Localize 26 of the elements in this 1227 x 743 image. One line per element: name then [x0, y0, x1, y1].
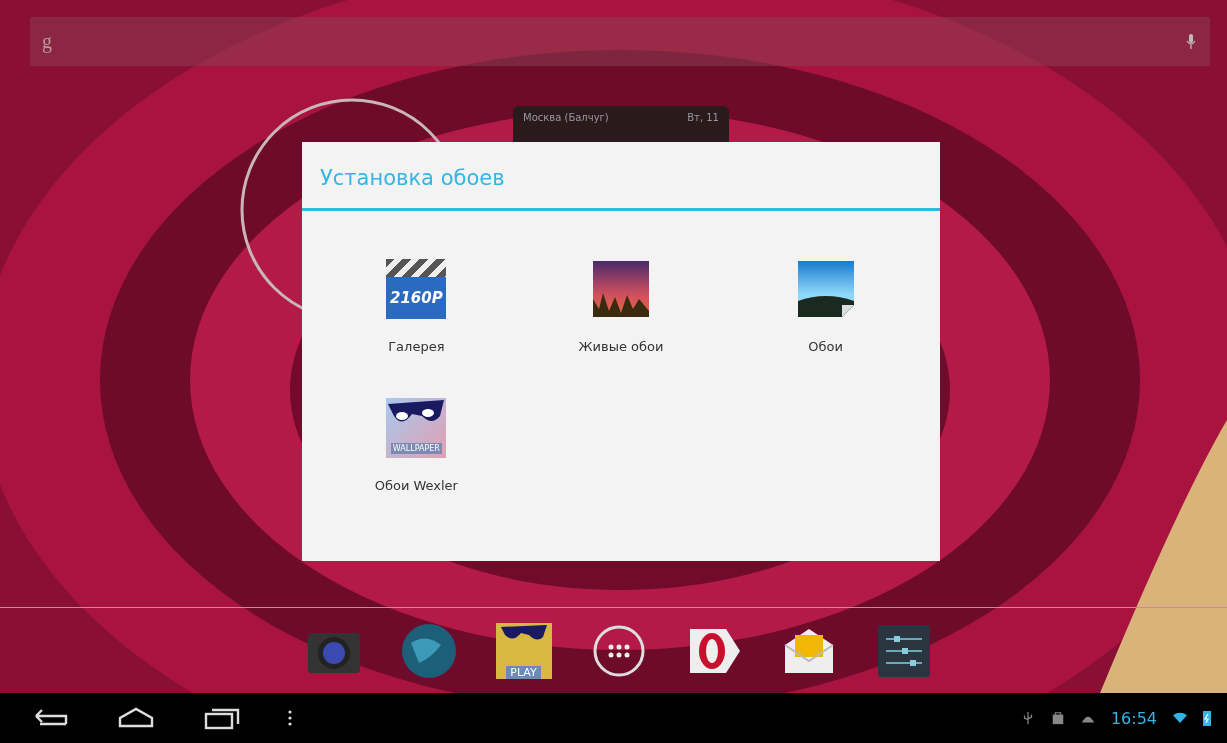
- weather-city: Москва (Балчуг): [523, 112, 609, 123]
- wallpaper-option[interactable]: Обои: [787, 255, 864, 358]
- overflow-menu-icon[interactable]: [288, 710, 292, 726]
- microphone-icon[interactable]: [1186, 33, 1196, 50]
- option-label: Обои Wexler: [374, 478, 458, 493]
- option-label: Галерея: [388, 339, 445, 354]
- sunglasses-wallpaper-icon: WALLPAPER: [386, 398, 447, 458]
- picture-icon: [795, 259, 856, 319]
- wifi-icon: [1173, 711, 1187, 725]
- shopping-bag-icon: [1050, 711, 1065, 725]
- wallpaper-option[interactable]: 2160P Галерея: [378, 255, 455, 358]
- option-label: Живые обои: [578, 339, 664, 354]
- option-label: Обои: [808, 339, 843, 354]
- wallpaper-option[interactable]: Живые обои: [570, 255, 672, 358]
- battery-icon: [1203, 710, 1211, 726]
- globe-icon[interactable]: [400, 622, 457, 679]
- weather-date: Вт, 11: [687, 112, 719, 123]
- clock-time: 16:54: [1110, 708, 1157, 728]
- wallpaper-option[interactable]: WALLPAPER Обои Wexler: [366, 394, 466, 497]
- recent-apps-icon[interactable]: [202, 706, 242, 730]
- live-wallpaper-icon: [591, 259, 651, 319]
- sunglasses-play-icon[interactable]: PLAY: [495, 622, 552, 679]
- settings-icon[interactable]: [875, 622, 932, 679]
- dialog-title: Установка обоев: [302, 142, 940, 211]
- home-icon[interactable]: [116, 706, 156, 730]
- google-logo: g: [42, 30, 52, 53]
